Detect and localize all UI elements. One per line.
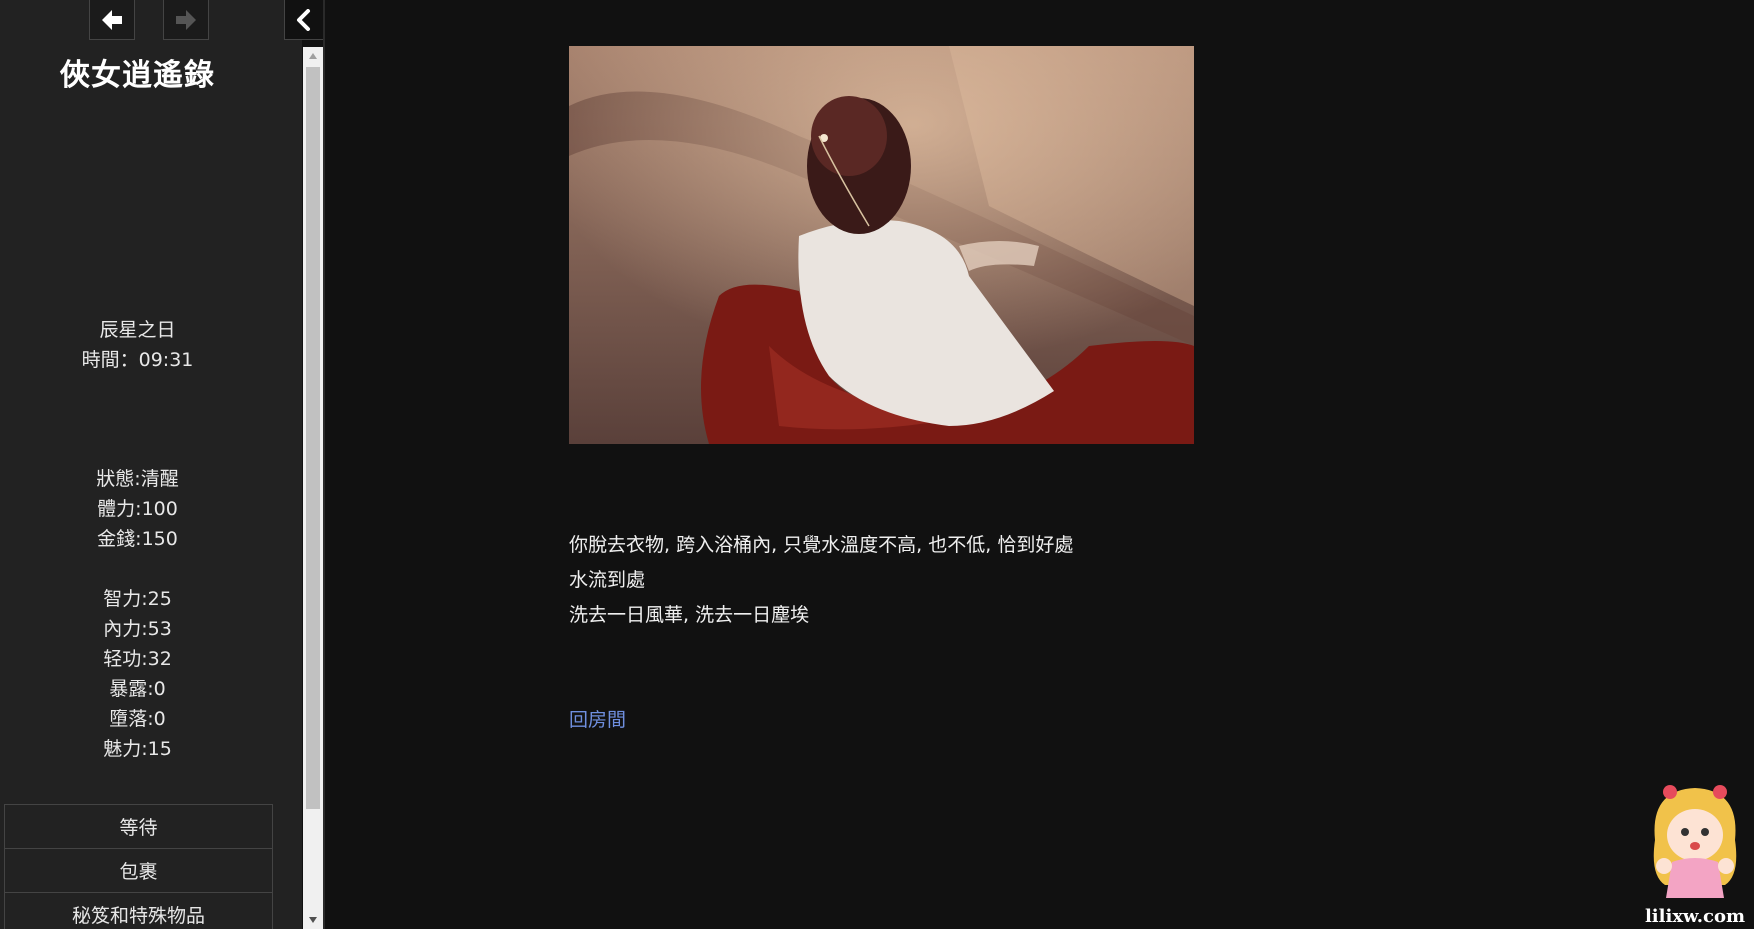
menu-special-items[interactable]: 秘笈和特殊物品 xyxy=(4,892,273,929)
story-title: 俠女逍遙錄 xyxy=(60,58,215,93)
return-to-room-link[interactable]: 回房間 xyxy=(569,705,626,732)
date-time-block: 辰星之日 時間：09:31 xyxy=(0,315,275,375)
sidebar-collapse-button[interactable] xyxy=(284,0,324,40)
day-name: 辰星之日 xyxy=(99,319,176,341)
forward-button[interactable] xyxy=(163,0,209,40)
arrow-right-icon xyxy=(176,9,196,30)
triangle-up-icon xyxy=(309,53,317,59)
time-value: 09:31 xyxy=(138,349,194,371)
menu-inventory[interactable]: 包裹 xyxy=(4,848,273,892)
menu-wait[interactable]: 等待 xyxy=(4,804,273,848)
attribute-block: 智力:25 內力:53 轻功:32 暴露:0 墮落:0 魅力:15 xyxy=(0,584,275,764)
stat-status: 狀態:清醒 xyxy=(96,468,179,490)
triangle-down-icon xyxy=(309,917,317,923)
sidebar-divider xyxy=(323,0,325,929)
scroll-thumb[interactable] xyxy=(306,67,320,809)
mascot-icon xyxy=(1653,785,1737,898)
stat-charm: 魅力:15 xyxy=(103,738,172,760)
stat-intelligence: 智力:25 xyxy=(103,588,172,610)
stat-corruption: 墮落:0 xyxy=(109,708,166,730)
time-label: 時間： xyxy=(81,349,139,371)
scene-image xyxy=(569,46,1194,444)
stat-inner-power: 內力:53 xyxy=(103,618,172,640)
status-block: 狀態:清醒 體力:100 金錢:150 xyxy=(0,464,275,554)
stat-money: 金錢:150 xyxy=(97,528,178,550)
watermark: lilixw.com xyxy=(1640,780,1750,929)
watermark-text: lilixw.com xyxy=(1644,906,1746,927)
back-button[interactable] xyxy=(89,0,135,40)
story-line-2: 水流到處 xyxy=(569,569,646,591)
stat-agility: 轻功:32 xyxy=(103,648,172,670)
story-text: 你脫去衣物, 跨入浴桶內, 只覺水溫度不高, 也不低, 恰到好處 水流到處 洗去… xyxy=(569,528,1269,633)
scroll-up-button[interactable] xyxy=(303,47,323,65)
sidebar-scrollbar[interactable] xyxy=(303,47,323,929)
passage: 你脫去衣物, 跨入浴桶內, 只覺水溫度不高, 也不低, 恰到好處 水流到處 洗去… xyxy=(569,46,1269,732)
story-line-1: 你脫去衣物, 跨入浴桶內, 只覺水溫度不高, 也不低, 恰到好處 xyxy=(569,534,1074,556)
sidebar-menu: 等待 包裹 秘笈和特殊物品 xyxy=(4,804,273,929)
stat-stamina: 體力:100 xyxy=(97,498,178,520)
stat-exposure: 暴露:0 xyxy=(109,678,166,700)
story-line-3: 洗去一日風華, 洗去一日塵埃 xyxy=(569,604,810,626)
sidebar: 俠女逍遙錄 辰星之日 時間：09:31 狀態:清醒 體力:100 金錢:150 … xyxy=(0,0,302,929)
scroll-down-button[interactable] xyxy=(303,911,323,929)
chevron-left-icon xyxy=(297,8,310,31)
time-display: 時間：09:31 xyxy=(0,345,275,375)
arrow-left-icon xyxy=(102,9,122,30)
bath-scene-illustration xyxy=(569,46,1194,444)
